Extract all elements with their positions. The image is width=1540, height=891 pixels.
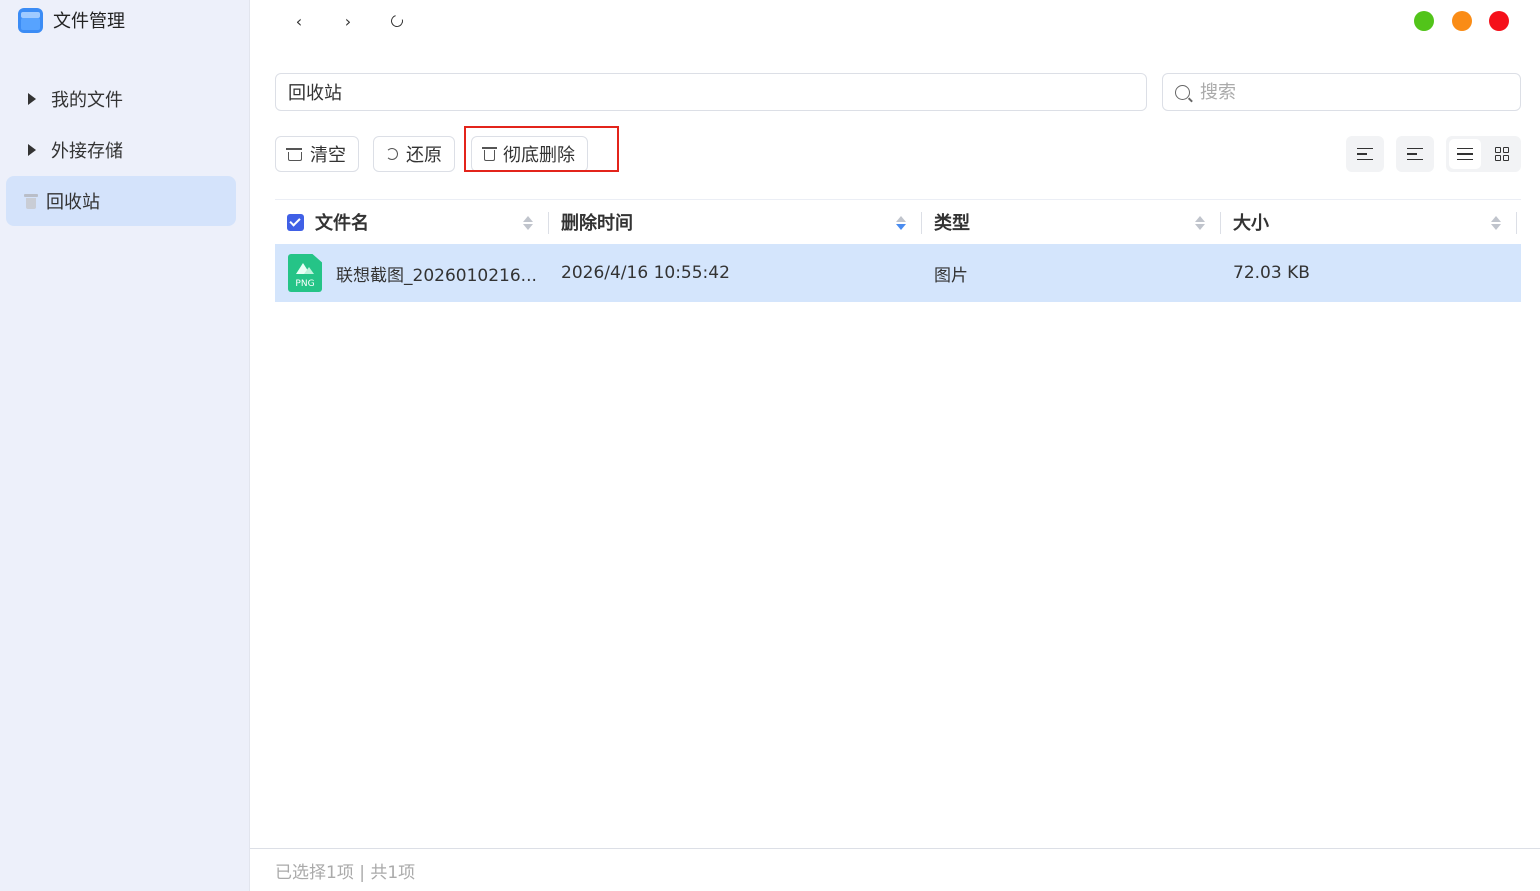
sidebar-item-label: 我的文件 xyxy=(51,90,123,111)
forward-button[interactable]: › xyxy=(334,8,362,34)
caret-right-icon xyxy=(28,144,36,156)
column-header-type[interactable]: 类型 xyxy=(922,200,1221,244)
column-header-name[interactable]: 文件名 xyxy=(275,200,549,244)
search-box[interactable] xyxy=(1162,73,1521,111)
sort-icon xyxy=(1407,148,1423,160)
list-view-button[interactable] xyxy=(1449,139,1481,169)
highlight-box xyxy=(464,126,619,172)
cell-deleted-time: 2026/4/16 10:55:42 xyxy=(561,263,730,283)
restore-button[interactable]: 还原 xyxy=(373,136,455,172)
grid-view-button[interactable] xyxy=(1486,139,1518,169)
sidebar-item-label: 外接存储 xyxy=(51,141,123,162)
app-name: 文件管理 xyxy=(53,11,125,32)
table-header: 文件名 删除时间 类型 大小 xyxy=(275,199,1521,244)
restore-button-label: 还原 xyxy=(406,145,442,166)
path-text: 回收站 xyxy=(288,83,342,104)
top-navigation: ‹ › xyxy=(285,8,432,34)
sort-arrows-icon[interactable] xyxy=(1491,216,1501,230)
search-icon xyxy=(1175,84,1190,100)
file-name: 联想截图_2026010216... xyxy=(336,265,537,286)
sort-arrows-icon[interactable] xyxy=(1195,216,1205,230)
sort-arrows-icon[interactable] xyxy=(896,216,906,230)
column-settings-button[interactable] xyxy=(1346,136,1384,172)
list-settings-icon xyxy=(1357,148,1373,160)
table-row[interactable]: PNG 联想截图_2026010216... 2026/4/16 10:55:4… xyxy=(275,244,1521,302)
sort-button[interactable] xyxy=(1396,136,1434,172)
maximize-button[interactable] xyxy=(1414,11,1434,31)
cell-type: 图片 xyxy=(934,265,968,286)
search-input[interactable] xyxy=(1200,81,1500,103)
cell-name: PNG 联想截图_2026010216... xyxy=(275,244,549,302)
status-bar: 已选择1项 | 共1项 xyxy=(250,848,1540,891)
refresh-icon xyxy=(388,12,406,30)
back-button[interactable]: ‹ xyxy=(285,8,313,34)
basket-icon xyxy=(286,148,302,161)
select-all-checkbox[interactable] xyxy=(287,213,304,231)
sidebar-item-my-files[interactable]: 我的文件 xyxy=(6,74,236,124)
column-header-label: 删除时间 xyxy=(561,213,633,234)
view-mode-switch xyxy=(1446,136,1521,172)
sidebar-item-label: 回收站 xyxy=(46,192,100,213)
sidebar-item-external-storage[interactable]: 外接存储 xyxy=(6,125,236,175)
sidebar-item-recycle-bin[interactable]: 回收站 xyxy=(6,176,236,226)
list-view-icon xyxy=(1457,148,1473,160)
clear-button[interactable]: 清空 xyxy=(275,136,359,172)
caret-right-icon xyxy=(28,93,36,105)
column-header-label: 大小 xyxy=(1233,213,1269,234)
selection-status: 已选择1项 | 共1项 xyxy=(275,862,416,883)
sort-arrows-icon[interactable] xyxy=(523,216,533,230)
column-header-deleted-time[interactable]: 删除时间 xyxy=(549,200,922,244)
folder-app-icon xyxy=(18,7,43,33)
refresh-button[interactable] xyxy=(383,8,411,34)
trash-icon xyxy=(24,193,38,209)
sidebar: 文件管理 我的文件 外接存储 回收站 xyxy=(0,0,250,891)
app-title: 文件管理 xyxy=(18,6,125,34)
clear-button-label: 清空 xyxy=(310,145,346,166)
cell-size: 72.03 KB xyxy=(1233,263,1310,283)
minimize-button[interactable] xyxy=(1452,11,1472,31)
path-bar[interactable]: 回收站 xyxy=(275,73,1147,111)
chevron-right-icon: › xyxy=(344,11,352,31)
column-header-size[interactable]: 大小 xyxy=(1221,200,1517,244)
grid-view-icon xyxy=(1495,147,1509,161)
close-button[interactable] xyxy=(1489,11,1509,31)
restore-icon xyxy=(386,148,398,160)
png-file-icon: PNG xyxy=(288,254,322,292)
column-header-label: 文件名 xyxy=(315,213,369,234)
column-header-label: 类型 xyxy=(934,213,970,234)
chevron-left-icon: ‹ xyxy=(295,11,303,31)
